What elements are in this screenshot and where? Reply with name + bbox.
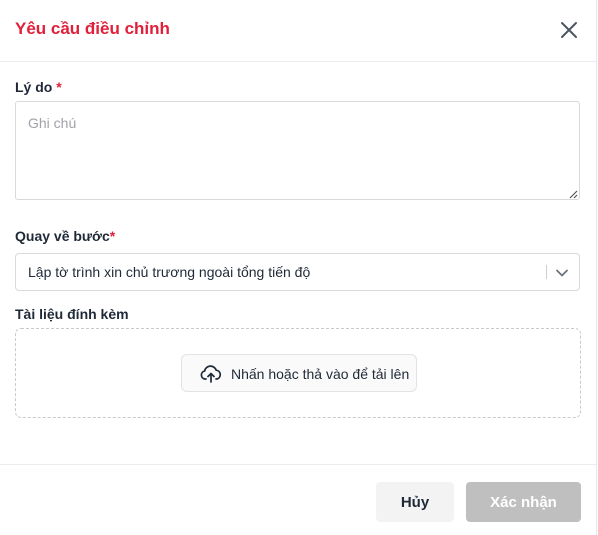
reason-label: Lý do * bbox=[15, 79, 62, 95]
select-divider bbox=[546, 265, 547, 279]
reason-textarea[interactable] bbox=[15, 101, 580, 200]
return-step-label-text: Quay về bước bbox=[15, 228, 110, 244]
cloud-upload-icon bbox=[200, 365, 222, 383]
attachments-label: Tài liệu đính kèm bbox=[15, 306, 129, 322]
required-mark: * bbox=[109, 228, 116, 244]
required-mark: * bbox=[56, 79, 62, 95]
chevron-down-icon[interactable] bbox=[554, 265, 570, 281]
upload-label: Nhấn hoặc thả vào để tải lên bbox=[231, 366, 410, 382]
dialog-footer: Hủy Xác nhận bbox=[0, 464, 596, 535]
upload-button[interactable]: Nhấn hoặc thả vào để tải lên bbox=[181, 354, 417, 392]
close-icon[interactable] bbox=[558, 19, 580, 41]
confirm-button[interactable]: Xác nhận bbox=[466, 482, 581, 522]
return-step-select[interactable]: Lập tờ trình xin chủ trương ngoài tổng t… bbox=[15, 253, 580, 291]
dialog-header: Yêu cầu điều chỉnh bbox=[0, 0, 596, 62]
adjustment-request-dialog: Yêu cầu điều chỉnh Lý do * Quay về bước*… bbox=[0, 0, 597, 535]
attachment-dropzone[interactable]: Nhấn hoặc thả vào để tải lên bbox=[15, 328, 581, 418]
cancel-button[interactable]: Hủy bbox=[376, 482, 454, 522]
reason-label-text: Lý do bbox=[15, 79, 53, 95]
return-step-selected-value: Lập tờ trình xin chủ trương ngoài tổng t… bbox=[28, 264, 311, 280]
dialog-title: Yêu cầu điều chỉnh bbox=[15, 19, 170, 38]
resize-handle-icon[interactable] bbox=[568, 189, 578, 199]
return-step-label: Quay về bước* bbox=[15, 228, 115, 244]
